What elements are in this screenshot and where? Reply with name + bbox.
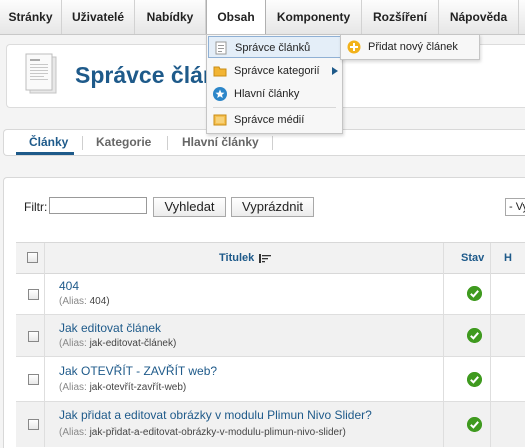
published-check-icon[interactable] bbox=[467, 417, 482, 432]
column-title-header[interactable]: Titulek bbox=[219, 243, 272, 273]
article-manager-icon bbox=[25, 53, 57, 94]
filter-label: Filtr: bbox=[24, 200, 48, 214]
column-divider bbox=[490, 315, 491, 356]
menu-item-category-manager[interactable]: Správce kategorií bbox=[208, 60, 341, 82]
alias-label: (Alias: bbox=[59, 338, 87, 349]
tab-divider bbox=[272, 136, 273, 150]
star-icon bbox=[213, 87, 227, 101]
column-divider bbox=[44, 273, 45, 314]
menu-nabidky[interactable]: Nabídky bbox=[135, 0, 206, 34]
row-checkbox[interactable] bbox=[28, 331, 39, 342]
menu-item-label: Správce článků bbox=[235, 42, 311, 54]
menu-obsah[interactable]: Obsah bbox=[206, 0, 266, 35]
column-divider bbox=[443, 315, 444, 356]
row-checkbox[interactable] bbox=[28, 419, 39, 430]
table-row: Jak přidat a editovat obrázky v modulu P… bbox=[16, 402, 525, 447]
menu-rozsireni[interactable]: Rozšíření bbox=[362, 0, 439, 34]
filter-input[interactable] bbox=[49, 197, 147, 214]
menu-item-label: Správce médií bbox=[234, 114, 305, 126]
menu-item-media-manager[interactable]: Správce médií bbox=[208, 109, 341, 131]
active-tab-indicator bbox=[16, 152, 74, 155]
column-status-header[interactable]: Stav bbox=[461, 243, 484, 273]
column-divider bbox=[44, 402, 45, 447]
tab-divider bbox=[167, 136, 168, 150]
alias-label: (Alias: bbox=[59, 382, 87, 393]
menu-item-featured-articles[interactable]: Hlavní články bbox=[208, 83, 341, 105]
column-title-label: Titulek bbox=[219, 252, 255, 264]
article-title-link[interactable]: Jak editovat článek bbox=[59, 321, 161, 335]
alias-value: jak-editovat-článek) bbox=[89, 338, 177, 349]
published-check-icon[interactable] bbox=[467, 328, 482, 343]
table-row: Jak OTEVŘÍT - ZAVŘÍT web? (Alias: jak-ot… bbox=[16, 357, 525, 402]
column-divider bbox=[490, 357, 491, 401]
column-divider bbox=[490, 243, 491, 273]
table-row: 404 (Alias: 404) bbox=[16, 273, 525, 315]
article-alias: (Alias: 404) bbox=[59, 296, 110, 307]
column-divider bbox=[44, 243, 45, 273]
menu-divider bbox=[213, 107, 336, 108]
media-icon bbox=[213, 114, 227, 126]
menu-uzivatele[interactable]: Uživatelé bbox=[62, 0, 135, 34]
article-title-link[interactable]: Jak OTEVŘÍT - ZAVŘÍT web? bbox=[59, 364, 217, 378]
column-next-header[interactable]: H bbox=[504, 243, 512, 273]
alias-value: jak-otevřít-zavřít-web) bbox=[89, 382, 187, 393]
alias-value: jak-přidat-a-editovat-obrázky-v-modulu-p… bbox=[89, 427, 346, 438]
article-alias: (Alias: jak-přidat-a-editovat-obrázky-v-… bbox=[59, 427, 346, 438]
filter-select[interactable]: - Vy bbox=[505, 198, 525, 216]
alias-label: (Alias: bbox=[59, 427, 87, 438]
column-divider bbox=[443, 357, 444, 401]
sort-icon bbox=[259, 253, 272, 263]
menu-item-add-article[interactable]: Přidat nový článek bbox=[342, 36, 478, 58]
folder-icon bbox=[213, 66, 227, 77]
menu-napoveda[interactable]: Nápověda bbox=[439, 0, 519, 34]
row-checkbox[interactable] bbox=[28, 374, 39, 385]
menu-stranky[interactable]: Stránky bbox=[0, 0, 62, 34]
tab-kategorie[interactable]: Kategorie bbox=[96, 130, 151, 155]
alias-value: 404) bbox=[89, 296, 110, 307]
top-menu-bar: Stránky Uživatelé Nabídky Obsah Komponen… bbox=[0, 0, 525, 35]
column-divider bbox=[443, 243, 444, 273]
clear-button[interactable]: Vyprázdnit bbox=[231, 197, 314, 217]
article-submenu: Přidat nový článek bbox=[340, 34, 480, 60]
column-divider bbox=[443, 273, 444, 314]
menu-item-label: Hlavní články bbox=[234, 88, 300, 100]
search-button[interactable]: Vyhledat bbox=[153, 197, 226, 217]
tab-divider bbox=[82, 136, 83, 150]
menu-komponenty[interactable]: Komponenty bbox=[266, 0, 362, 34]
chevron-right-icon bbox=[332, 67, 338, 75]
obsah-dropdown: Správce článků Správce kategorií Hlavní … bbox=[206, 34, 343, 134]
column-divider bbox=[490, 273, 491, 314]
page-title: Správce člán bbox=[75, 62, 217, 88]
row-checkbox[interactable] bbox=[28, 289, 39, 300]
column-divider bbox=[44, 357, 45, 401]
table-row: Jak editovat článek (Alias: jak-editovat… bbox=[16, 315, 525, 357]
menu-item-label: Přidat nový článek bbox=[368, 41, 458, 53]
table-header: Titulek Stav H bbox=[16, 242, 525, 274]
menu-item-article-manager[interactable]: Správce článků bbox=[208, 36, 341, 58]
article-title-link[interactable]: Jak přidat a editovat obrázky v modulu P… bbox=[59, 408, 372, 422]
article-alias: (Alias: jak-otevřít-zavřít-web) bbox=[59, 382, 186, 393]
alias-label: (Alias: bbox=[59, 296, 87, 307]
published-check-icon[interactable] bbox=[467, 372, 482, 387]
menu-item-label: Správce kategorií bbox=[234, 65, 320, 77]
article-title-link[interactable]: 404 bbox=[59, 279, 79, 293]
published-check-icon[interactable] bbox=[467, 286, 482, 301]
select-all-checkbox[interactable] bbox=[27, 252, 38, 263]
article-alias: (Alias: jak-editovat-článek) bbox=[59, 338, 176, 349]
article-icon bbox=[215, 41, 227, 55]
column-divider bbox=[44, 315, 45, 356]
add-icon bbox=[347, 40, 361, 54]
column-divider bbox=[490, 402, 491, 447]
column-divider bbox=[443, 402, 444, 447]
